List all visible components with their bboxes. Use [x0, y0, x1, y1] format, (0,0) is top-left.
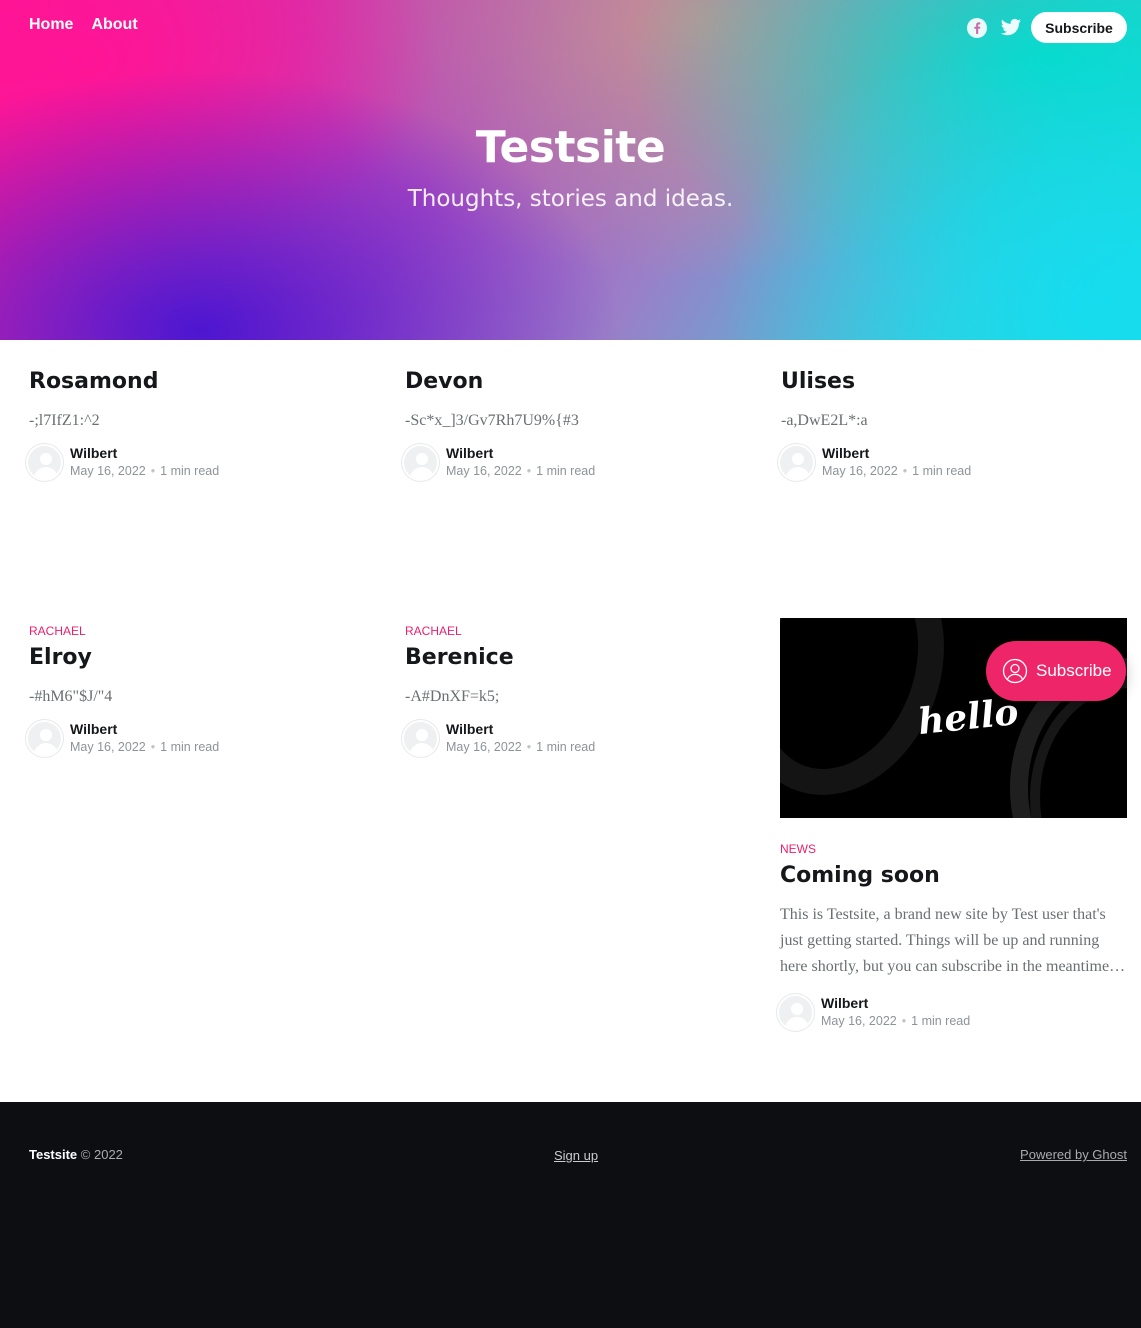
post-meta: May 16, 2022 • 1 min read	[70, 464, 220, 478]
floating-subscribe-label: Subscribe	[1036, 661, 1112, 680]
author-avatar[interactable]	[26, 444, 63, 481]
author-avatar[interactable]	[402, 720, 439, 757]
post-title[interactable]: Berenice	[405, 644, 752, 672]
post-byline: Wilbert May 16, 2022 • 1 min read	[777, 994, 1127, 1031]
author-avatar[interactable]	[778, 444, 815, 481]
post-date: May 16, 2022	[822, 464, 898, 478]
user-circle-icon	[1002, 658, 1028, 684]
nav-home-link[interactable]: Home	[29, 16, 73, 34]
read-time: 1 min read	[911, 1014, 971, 1028]
post-meta: May 16, 2022 • 1 min read	[822, 464, 972, 478]
read-time: 1 min read	[536, 464, 596, 478]
powered-by-link[interactable]: Powered by Ghost	[1020, 1147, 1127, 1162]
site-title: Testsite	[475, 122, 666, 173]
author-name[interactable]: Wilbert	[446, 721, 595, 738]
post-excerpt: -;l7IfZ1:^2	[29, 412, 100, 429]
post-byline: Wilbert May 16, 2022 • 1 min read	[26, 444, 376, 481]
post-date: May 16, 2022	[70, 464, 146, 478]
footer-copyright-year: © 2022	[80, 1147, 123, 1162]
post-meta: May 16, 2022 • 1 min read	[446, 740, 596, 754]
post-date: May 16, 2022	[70, 740, 146, 754]
site-footer: Testsite © 2022 Sign up Powered by Ghost	[0, 1102, 1141, 1328]
author-name[interactable]: Wilbert	[821, 995, 970, 1012]
post-excerpt: This is Testsite, a brand new site by Te…	[780, 906, 1126, 975]
nav-about-link[interactable]: About	[91, 16, 137, 34]
author-name[interactable]: Wilbert	[822, 445, 971, 462]
post-meta: May 16, 2022 • 1 min read	[821, 1014, 971, 1028]
post-tag[interactable]: Rachael	[405, 624, 752, 638]
author-avatar[interactable]	[26, 720, 63, 757]
post-title[interactable]: Elroy	[29, 644, 376, 672]
post-card[interactable]: Devon -Sc*x_]3/Gv7Rh7U9%{#3 Wilbert May …	[402, 368, 752, 481]
post-card[interactable]: Rachael Elroy -#hM6"$J/"4 Wilbert May 16…	[26, 624, 376, 757]
post-title[interactable]: Rosamond	[29, 368, 376, 396]
floating-subscribe-button[interactable]: Subscribe	[986, 641, 1126, 701]
header-subscribe-button[interactable]: Subscribe	[1031, 12, 1127, 43]
read-time: 1 min read	[912, 464, 972, 478]
post-byline: Wilbert May 16, 2022 • 1 min read	[26, 720, 376, 757]
post-card[interactable]: Rachael Berenice -A#DnXF=k5; Wilbert May…	[402, 624, 752, 757]
social-links	[966, 17, 1022, 39]
footer-signup-link[interactable]: Sign up	[554, 1148, 598, 1163]
post-meta: May 16, 2022 • 1 min read	[70, 740, 220, 754]
footer-copyright: Testsite © 2022	[29, 1147, 123, 1162]
post-title[interactable]: Ulises	[781, 368, 1128, 396]
author-name[interactable]: Wilbert	[70, 445, 219, 462]
facebook-icon[interactable]	[966, 17, 988, 39]
post-date: May 16, 2022	[446, 740, 522, 754]
post-byline: Wilbert May 16, 2022 • 1 min read	[402, 444, 752, 481]
post-tag[interactable]: Rachael	[29, 624, 376, 638]
post-excerpt: -a,DwE2L*:a	[781, 412, 868, 429]
post-date: May 16, 2022	[821, 1014, 897, 1028]
post-byline: Wilbert May 16, 2022 • 1 min read	[402, 720, 752, 757]
author-avatar[interactable]	[777, 994, 814, 1031]
author-avatar[interactable]	[402, 444, 439, 481]
read-time: 1 min read	[160, 464, 220, 478]
post-title[interactable]: Devon	[405, 368, 752, 396]
post-title[interactable]: Coming soon	[780, 862, 1127, 890]
author-name[interactable]: Wilbert	[70, 721, 219, 738]
site-header: Home About Subscribe Testsite Thoughts, …	[0, 0, 1141, 340]
main-nav: Home About	[29, 16, 138, 34]
post-tag[interactable]: News	[780, 842, 1127, 856]
post-excerpt: -Sc*x_]3/Gv7Rh7U9%{#3	[405, 412, 579, 429]
post-date: May 16, 2022	[446, 464, 522, 478]
twitter-icon[interactable]	[1000, 17, 1022, 39]
read-time: 1 min read	[536, 740, 596, 754]
read-time: 1 min read	[160, 740, 220, 754]
post-excerpt: -A#DnXF=k5;	[405, 688, 500, 705]
post-meta: May 16, 2022 • 1 min read	[446, 464, 596, 478]
footer-site-name[interactable]: Testsite	[29, 1147, 77, 1162]
site-description: Thoughts, stories and ideas.	[407, 186, 734, 212]
post-card[interactable]: Rosamond -;l7IfZ1:^2 Wilbert May 16, 202…	[26, 368, 376, 481]
post-byline: Wilbert May 16, 2022 • 1 min read	[778, 444, 1128, 481]
post-excerpt: -#hM6"$J/"4	[29, 688, 113, 705]
post-card[interactable]: Ulises -a,DwE2L*:a Wilbert May 16, 2022 •…	[778, 368, 1128, 481]
author-name[interactable]: Wilbert	[446, 445, 595, 462]
